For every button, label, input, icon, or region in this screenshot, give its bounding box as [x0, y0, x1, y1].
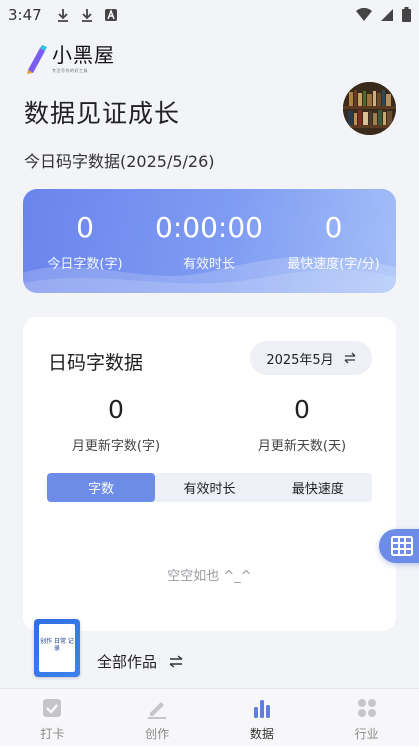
status-bar: 3:47 — [0, 0, 419, 30]
month-days-label: 月更新天数(天) — [257, 439, 347, 454]
bottom-nav: 打卡 创作 数据 行业 — [0, 688, 419, 746]
all-works-selector[interactable]: 全部作品 — [97, 651, 183, 672]
logo-tagline: 专注写作的好工具 — [52, 68, 88, 73]
month-label: 2025年5月 — [266, 352, 334, 368]
today-words-value: 0 — [76, 211, 94, 244]
bar-chart-icon — [253, 700, 270, 718]
battery-icon — [402, 7, 411, 22]
pen-logo-icon — [27, 45, 47, 74]
month-words-label: 月更新字数(字) — [71, 439, 161, 454]
nav-item-data[interactable]: 数据 — [210, 689, 315, 746]
bookshelf-avatar-image — [343, 82, 396, 135]
avatar[interactable] — [343, 82, 396, 135]
app-logo: 小黑屋 专注写作的好工具 — [24, 44, 115, 74]
app-notification-icon — [104, 9, 117, 21]
all-works-label: 全部作品 — [97, 653, 158, 671]
month-words-value: 0 — [108, 395, 124, 424]
signal-icon — [381, 8, 393, 21]
nav-item-checkin[interactable]: 打卡 — [0, 689, 105, 746]
download-icon — [57, 9, 68, 22]
month-days-stat: 0 月更新天数(天) — [242, 395, 362, 454]
month-selector[interactable]: 2025年5月 — [250, 341, 372, 375]
nav-label-data: 数据 — [249, 727, 274, 741]
active-time-value: 0:00:00 — [155, 211, 263, 244]
swap-icon — [344, 352, 356, 364]
status-time: 3:47 — [8, 6, 42, 24]
logo-text: 小黑屋 — [52, 43, 115, 67]
page-title: 数据见证成长 — [24, 99, 181, 128]
active-time-stat: 0:00:00 有效时长 — [147, 211, 271, 272]
month-days-value: 0 — [294, 395, 310, 424]
book-cover[interactable]: 创作 日常 记录 — [34, 619, 80, 677]
check-square-icon — [43, 699, 62, 717]
empty-state-text: 空空如也 ^_^ — [167, 569, 252, 584]
nav-label-checkin: 打卡 — [40, 727, 65, 741]
daily-data-card: 日码字数据 2025年5月 0 月更新字数(字) 0 月更新天数(天) 字数 有… — [23, 317, 396, 631]
table-view-button[interactable] — [379, 529, 419, 563]
daily-data-title: 日码字数据 — [48, 352, 144, 374]
grid-icon — [357, 699, 376, 717]
nav-item-create[interactable]: 创作 — [105, 689, 210, 746]
fastest-speed-label: 最快速度(字/分) — [287, 257, 380, 272]
wifi-icon — [356, 7, 372, 21]
swap-icon — [169, 655, 183, 668]
book-cover-text: 创作 日常 记录 — [39, 624, 75, 672]
fastest-speed-stat: 0 最快速度(字/分) — [271, 211, 396, 272]
today-stats-card: 0 今日字数(字) 0:00:00 有效时长 0 最快速度(字/分) — [23, 189, 396, 293]
nav-label-industry: 行业 — [354, 727, 379, 741]
table-icon — [391, 536, 413, 556]
month-words-stat: 0 月更新字数(字) — [56, 395, 176, 454]
download-icon — [81, 9, 92, 22]
active-time-label: 有效时长 — [182, 257, 235, 272]
tab-active-time[interactable]: 有效时长 — [155, 473, 263, 502]
today-subtitle: 今日码字数据(2025/5/26) — [24, 152, 215, 171]
fastest-speed-value: 0 — [324, 211, 343, 244]
today-words-stat: 0 今日字数(字) — [23, 211, 147, 272]
nav-label-create: 创作 — [145, 727, 170, 741]
tab-fastest-speed[interactable]: 最快速度 — [264, 473, 372, 502]
tab-words[interactable]: 字数 — [47, 473, 156, 502]
today-words-label: 今日字数(字) — [47, 257, 123, 272]
pen-icon — [148, 702, 167, 719]
metric-tabs: 字数 有效时长 最快速度 — [47, 473, 372, 502]
nav-item-industry[interactable]: 行业 — [314, 689, 419, 746]
